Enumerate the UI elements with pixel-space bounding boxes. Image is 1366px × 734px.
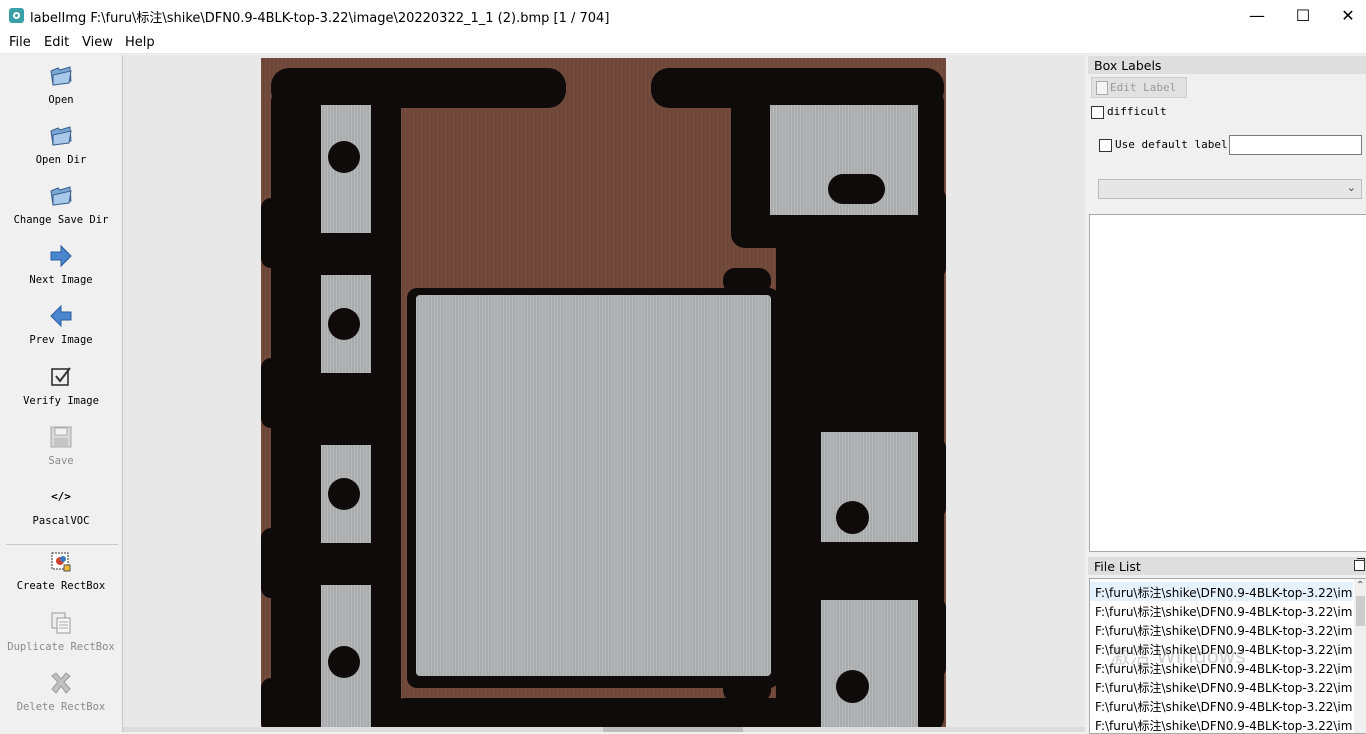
close-button[interactable]: ✕: [1325, 0, 1366, 31]
menu-view[interactable]: View: [82, 35, 113, 50]
format-toggle-button[interactable]: </> PascalVOC: [0, 484, 122, 527]
float-dock-icon[interactable]: [1354, 558, 1365, 571]
activate-windows-watermark: 激活 Windows: [1110, 644, 1246, 668]
next-image-button[interactable]: Next Image: [0, 243, 122, 286]
edit-icon: [1096, 81, 1108, 95]
file-list-title: File List: [1088, 557, 1366, 575]
verify-image-button[interactable]: Verify Image: [0, 364, 122, 407]
open-button[interactable]: Open: [0, 63, 122, 106]
image-canvas[interactable]: [123, 55, 1085, 732]
folder-save-icon: [48, 183, 74, 209]
code-icon: </>: [51, 490, 71, 503]
window-title: labelImg F:\furu\标注\shike\DFN0.9-4BLK-to…: [30, 11, 610, 26]
create-rectbox-button[interactable]: Create RectBox: [0, 549, 122, 592]
menu-bar: File Edit View Help: [0, 31, 1366, 54]
default-label-input[interactable]: [1229, 135, 1362, 155]
box-labels-title: Box Labels: [1088, 56, 1366, 74]
toolbar-separator: [6, 544, 118, 545]
floppy-icon: [48, 424, 74, 450]
vertical-scrollbar[interactable]: ⌃: [1354, 579, 1366, 733]
list-item[interactable]: F:\furu\标注\shike\DFN0.9-4BLK-top-3.22\im…: [1095, 677, 1353, 696]
menu-file[interactable]: File: [9, 35, 31, 50]
list-item[interactable]: F:\furu\标注\shike\DFN0.9-4BLK-top-3.22\im…: [1095, 696, 1353, 715]
chevron-down-icon: ⌄: [1346, 181, 1356, 194]
delete-rectbox-button[interactable]: Delete RectBox: [0, 670, 122, 713]
menu-help[interactable]: Help: [125, 35, 155, 50]
menu-edit[interactable]: Edit: [44, 35, 69, 50]
label-list[interactable]: [1089, 214, 1366, 552]
chevron-up-icon[interactable]: ⌃: [1356, 580, 1364, 591]
maximize-button[interactable]: ☐: [1280, 0, 1326, 31]
prev-image-button[interactable]: Prev Image: [0, 303, 122, 346]
use-default-label-checkbox[interactable]: [1099, 139, 1112, 152]
minimize-button[interactable]: —: [1234, 0, 1280, 31]
arrow-right-icon: [48, 243, 74, 269]
list-item[interactable]: F:\furu\标注\shike\DFN0.9-4BLK-top-3.22\im…: [1090, 582, 1353, 601]
save-button[interactable]: Save: [0, 424, 122, 467]
loaded-image: [261, 58, 946, 732]
list-item[interactable]: F:\furu\标注\shike\DFN0.9-4BLK-top-3.22\im…: [1095, 715, 1353, 733]
delete-icon: [48, 670, 74, 696]
list-item[interactable]: F:\furu\标注\shike\DFN0.9-4BLK-top-3.22\im…: [1095, 601, 1353, 620]
change-save-dir-button[interactable]: Change Save Dir: [0, 183, 122, 226]
title-bar: labelImg F:\furu\标注\shike\DFN0.9-4BLK-to…: [0, 0, 1366, 31]
edit-label-button[interactable]: Edit Label: [1091, 77, 1187, 98]
tool-bar: Open Open Dir Change Save Dir Next Image…: [0, 55, 123, 732]
arrow-left-icon: [48, 303, 74, 329]
copy-icon: [48, 610, 74, 636]
use-default-label-label: Use default label: [1115, 138, 1228, 151]
open-dir-button[interactable]: Open Dir: [0, 123, 122, 166]
folder-icon: [48, 63, 74, 89]
create-rect-icon: [48, 549, 74, 575]
difficult-checkbox[interactable]: [1091, 106, 1104, 119]
label-combobox[interactable]: ⌄: [1098, 179, 1362, 199]
duplicate-rectbox-button[interactable]: Duplicate RectBox: [0, 610, 122, 653]
app-icon: [9, 8, 24, 23]
right-dock: Box Labels Edit Label difficult Use defa…: [1088, 55, 1366, 734]
folder-open-icon: [48, 123, 74, 149]
difficult-label: difficult: [1107, 105, 1167, 118]
horizontal-scrollbar[interactable]: [123, 727, 1085, 732]
checkbox-icon: [48, 364, 74, 390]
list-item[interactable]: F:\furu\标注\shike\DFN0.9-4BLK-top-3.22\im…: [1095, 620, 1353, 639]
center-pad: [416, 295, 771, 676]
